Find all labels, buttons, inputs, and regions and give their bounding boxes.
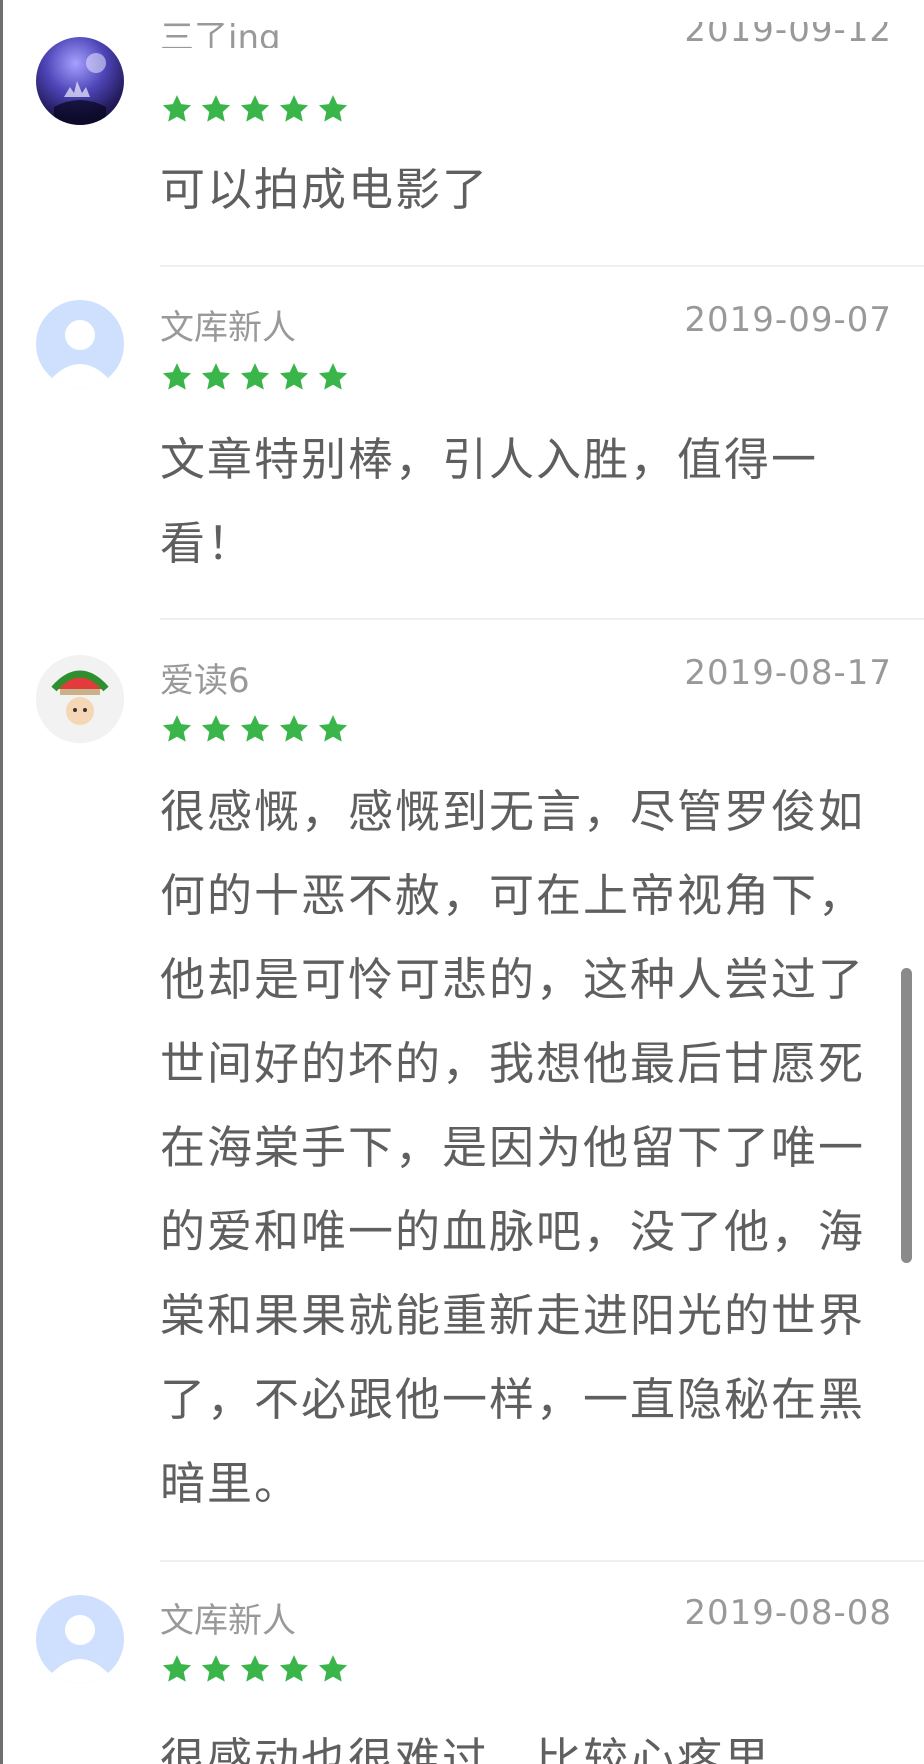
avatar[interactable] [36, 655, 124, 743]
rating-stars [160, 1652, 350, 1686]
star-icon [279, 715, 309, 742]
rating-stars [160, 712, 350, 746]
star-icon [162, 1655, 192, 1682]
review-date: 2019-09-07 [684, 300, 892, 340]
star-icon [201, 363, 231, 390]
night-deer-icon [54, 53, 106, 125]
star-icon [279, 363, 309, 390]
star-icon [201, 715, 231, 742]
scrollbar[interactable] [901, 968, 912, 1263]
divider [160, 618, 924, 620]
username[interactable]: 文库新人 [160, 300, 296, 349]
username[interactable]: 爱读6 [160, 653, 250, 702]
review-text-clip: 很感动也很难过，比较心疼里 [160, 1718, 880, 1764]
watermelon-hat-icon [36, 655, 124, 743]
star-icon [240, 715, 270, 742]
star-icon [279, 95, 309, 122]
review-1-date-partial: 2019-09-12 [684, 22, 892, 48]
star-icon [318, 715, 348, 742]
star-icon [318, 363, 348, 390]
review-1-username-text: 三了ing [160, 22, 281, 48]
avatar[interactable] [36, 300, 124, 388]
star-icon [201, 1655, 231, 1682]
review-text: 很感动也很难过，比较心疼里 [160, 1733, 772, 1764]
star-icon [279, 1655, 309, 1682]
rating-stars [160, 360, 350, 394]
review-1-date-text: 2019-09-12 [684, 22, 892, 48]
star-icon [318, 1655, 348, 1682]
review-text: 可以拍成电影了 [160, 163, 490, 216]
star-icon [240, 1655, 270, 1682]
avatar[interactable] [36, 37, 124, 125]
star-icon [162, 363, 192, 390]
username[interactable]: 文库新人 [160, 1593, 296, 1642]
review-date: 2019-08-17 [684, 653, 892, 693]
star-icon [318, 95, 348, 122]
left-edge-line [0, 0, 3, 1764]
star-icon [162, 95, 192, 122]
review-text: 很感慨，感慨到无言，尽管罗俊如何的十恶不赦，可在上帝视角下，他却是可怜可悲的，这… [160, 785, 866, 1510]
review-1-username-partial: 三了ing [160, 22, 281, 48]
divider [160, 265, 924, 267]
star-icon [240, 363, 270, 390]
review-text: 文章特别棒，引人入胜，值得一看！ [160, 433, 819, 570]
default-user-icon [52, 320, 108, 388]
rating-stars [160, 92, 350, 126]
star-icon [201, 95, 231, 122]
star-icon [240, 95, 270, 122]
star-icon [162, 715, 192, 742]
avatar[interactable] [36, 1595, 124, 1683]
default-user-icon [52, 1615, 108, 1683]
review-date: 2019-08-08 [684, 1593, 892, 1633]
divider [160, 1560, 924, 1562]
